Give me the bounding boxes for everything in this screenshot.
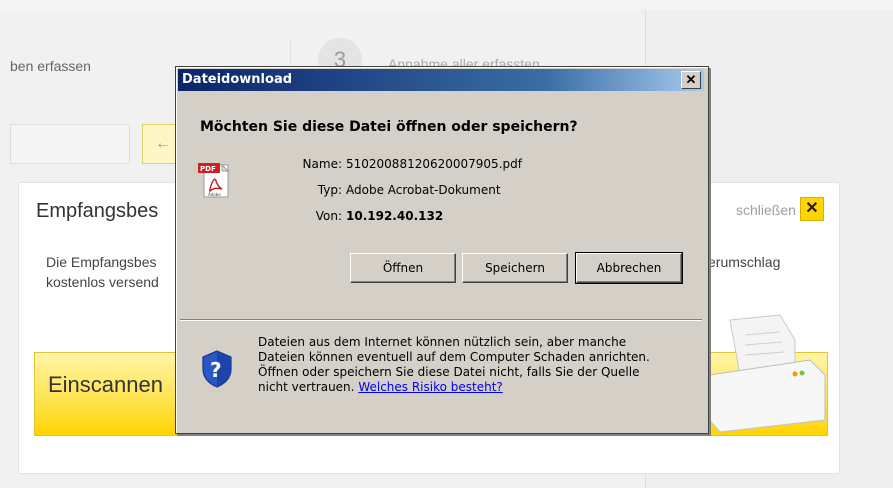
dialog-close-button[interactable]: ✕ bbox=[681, 71, 701, 89]
background-input[interactable] bbox=[10, 124, 130, 164]
panel-description-line2: kostenlos versend bbox=[46, 274, 159, 290]
warning-line3: Öffnen oder speichern Sie diese Datei ni… bbox=[258, 365, 640, 379]
panel-close-icon[interactable]: ✕ bbox=[800, 197, 824, 221]
file-source-label: Von: bbox=[315, 209, 342, 223]
file-source-value: 10.192.40.132 bbox=[346, 209, 444, 223]
panel-description-line1: Die Empfangsbes bbox=[46, 254, 157, 270]
top-strip bbox=[0, 0, 893, 10]
dialog-titlebar[interactable]: Dateidownload ✕ bbox=[178, 69, 704, 91]
file-name-value: 51020088120620007905.pdf bbox=[346, 157, 522, 171]
svg-text:?: ? bbox=[210, 358, 222, 382]
cancel-button[interactable]: Abbrechen bbox=[575, 252, 683, 284]
scan-banner-label: Einscannen bbox=[48, 372, 163, 397]
dialog-separator bbox=[180, 319, 702, 321]
file-type-value: Adobe Acrobat-Dokument bbox=[346, 183, 501, 197]
file-source-row: Von: 10.192.40.132 bbox=[286, 209, 586, 225]
warning-line1: Dateien aus dem Internet können nützlich… bbox=[258, 335, 627, 349]
risk-info-link[interactable]: Welches Risiko besteht? bbox=[358, 380, 503, 394]
open-button[interactable]: Öffnen bbox=[350, 253, 456, 283]
svg-text:Adobe: Adobe bbox=[208, 192, 221, 197]
file-name-row: Name: 51020088120620007905.pdf bbox=[286, 157, 586, 173]
warning-line2: Dateien können eventuell auf dem Compute… bbox=[258, 350, 650, 364]
dialog-title: Dateidownload bbox=[182, 72, 293, 87]
step-label: ben erfassen bbox=[10, 58, 91, 74]
svg-text:PDF: PDF bbox=[200, 165, 216, 173]
save-button[interactable]: Speichern bbox=[462, 253, 568, 283]
file-type-label: Typ: bbox=[317, 183, 342, 197]
dialog-question: Möchten Sie diese Datei öffnen oder spei… bbox=[200, 119, 578, 135]
panel-description-right: erumschlag bbox=[708, 254, 781, 270]
printer-icon bbox=[704, 314, 826, 433]
warning-line4: nicht vertrauen. Welches Risiko besteht? bbox=[258, 380, 650, 395]
file-name-label: Name: bbox=[302, 157, 342, 171]
pdf-icon: PDF Adobe bbox=[198, 163, 230, 198]
panel-close-label[interactable]: schließen bbox=[736, 202, 796, 218]
warning-line4-prefix: nicht vertrauen. bbox=[258, 380, 355, 394]
security-warning-text: Dateien aus dem Internet können nützlich… bbox=[258, 335, 650, 395]
shield-question-icon: ? bbox=[202, 350, 232, 388]
panel-title: Empfangsbes bbox=[36, 200, 159, 222]
file-type-row: Typ: Adobe Acrobat-Dokument bbox=[286, 183, 586, 199]
file-download-dialog: Dateidownload ✕ Möchten Sie diese Datei … bbox=[175, 66, 709, 434]
